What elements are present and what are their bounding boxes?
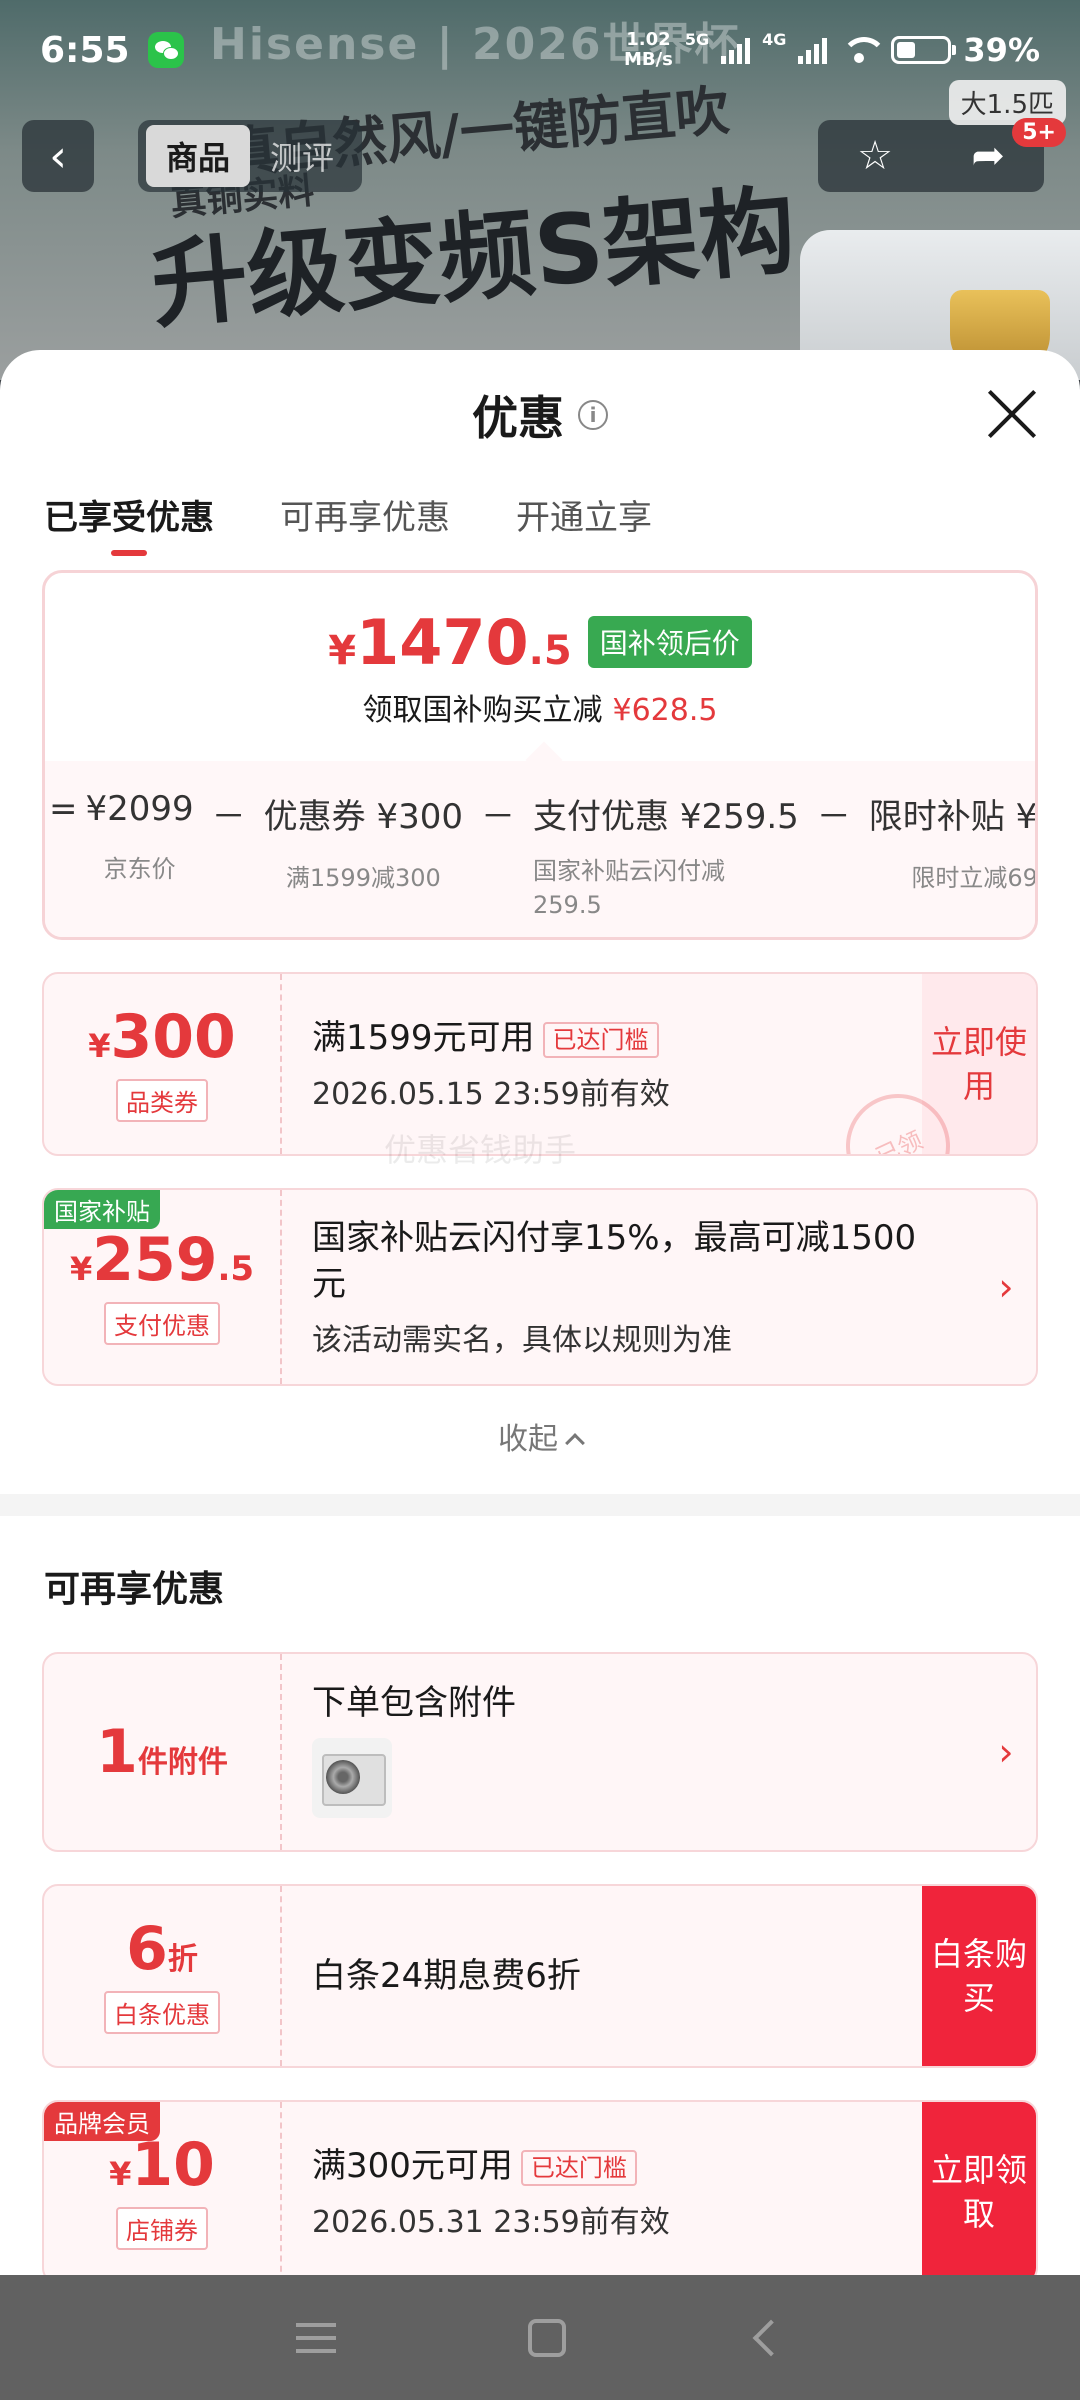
notification-badge: 5+ (1012, 118, 1066, 147)
coupon-amount: ¥10 (109, 2129, 215, 2200)
claim-now-button[interactable]: 立即领取 (922, 2102, 1036, 2275)
coupon-type: 店铺券 (116, 2206, 208, 2250)
formula-equals: = (49, 789, 78, 829)
offer-card-accessory[interactable]: 1件附件 下单包含附件 › (42, 1652, 1038, 1852)
price-summary-card: ¥1470.5 国补领后价 领取国补购买立减 ¥628.5 = ¥2099 京东价… (42, 570, 1038, 940)
price-formula: = ¥2099 京东价 － 优惠券 ¥300 满1599减300 － 支付优惠 … (45, 761, 1038, 937)
watermark: 优惠省钱助手 (384, 1131, 577, 1169)
home-icon[interactable] (528, 2318, 566, 2357)
coupon-type: 品类券 (116, 1078, 208, 1122)
signal-5g-label: 5G (684, 30, 710, 49)
offer-title: 下单包含附件 (312, 1683, 516, 1723)
signal-4g-label: 4G (762, 30, 787, 49)
wechat-notification-icon (147, 32, 184, 68)
offer-type: 白条优惠 (104, 1990, 220, 2034)
coupon-amount: ¥300 (88, 1001, 236, 1072)
formula-minus: － (816, 797, 851, 837)
system-navigation-bar (0, 2275, 1080, 2400)
offer-card-baitiao[interactable]: 6折 白条优惠 白条24期息费6折 白条购买 (42, 1884, 1038, 2068)
threshold-badge: 已达门槛 (520, 2149, 637, 2186)
offer-title: 白条24期息费6折 (312, 1956, 581, 1996)
back-icon[interactable] (752, 2319, 790, 2356)
chevron-right-icon[interactable]: › (976, 1654, 1036, 1850)
formula-item-limited-subsidy: 限时补贴 ¥69 限时立减69 (868, 797, 1038, 892)
offer-card-shop-coupon[interactable]: 品牌会员 ¥10 店铺券 满300元可用 已达门槛 2026.05.31 23:5… (42, 2100, 1038, 2275)
signal-icon (798, 36, 828, 64)
tab-more-discounts[interactable]: 可再享优惠 (280, 480, 450, 570)
coupon-note: 该活动需实名，具体以规则为准 (312, 1323, 732, 1358)
coupon-amount: ¥259.5 (69, 1224, 255, 1295)
wifi-icon (839, 35, 888, 65)
coupon-validity: 2026.05.15 23:59前有效 (312, 1077, 670, 1112)
net-speed: 1.02 MB/s (623, 29, 673, 70)
coupon-condition: 满300元可用 已达门槛 (312, 2143, 892, 2189)
total-reduction: 领取国补购买立减 ¥628.5 (362, 692, 718, 728)
coupon-card-national-subsidy[interactable]: 国家补贴 ¥259.5 支付优惠 国家补贴云闪付享15%，最高可减1500元 该… (42, 1188, 1038, 1386)
coupon-validity: 2026.05.31 23:59前有效 (312, 2205, 670, 2240)
more-discounts-title: 可再享优惠 (44, 1569, 225, 1610)
threshold-badge: 已达门槛 (542, 1021, 659, 1058)
formula-item-payment: 支付优惠 ¥259.5 国家补贴云闪付减259.5 (533, 797, 799, 919)
formula-item-coupon: 优惠券 ¥300 满1599减300 (263, 797, 464, 892)
collapse-button[interactable]: 收起 (0, 1386, 1080, 1494)
chevron-up-icon (565, 1432, 585, 1453)
star-icon[interactable]: ☆ (857, 133, 893, 179)
subsidy-price-tag: 国补领后价 (587, 616, 752, 668)
baitiao-buy-button[interactable]: 白条购买 (922, 1886, 1036, 2066)
status-bar: 6:55 Hisense | 2026世界杯 1.02 MB/s 5G 4G 3… (0, 0, 1080, 100)
tab-activate-discounts[interactable]: 开通立享 (516, 480, 652, 570)
product-tabs: 商品 测评 (138, 120, 363, 192)
chevron-left-icon: ‹ (49, 130, 67, 182)
coupon-condition: 满1599元可用 已达门槛 (312, 1015, 892, 1061)
battery-percent: 39% (963, 31, 1040, 69)
discount-tabs: 已享受优惠 可再享优惠 开通立享 (0, 480, 1080, 570)
coupon-type: 支付优惠 (104, 1301, 220, 1345)
info-icon[interactable]: i (578, 400, 608, 430)
section-divider (0, 1494, 1080, 1516)
back-button[interactable]: ‹ (22, 120, 94, 192)
tab-review[interactable]: 测评 (250, 125, 354, 187)
formula-minus: － (481, 797, 516, 837)
product-page-background: 仿真自然风/一键防直吹 真铜实料 升级变频S架构 6:55 Hisense | … (0, 0, 1080, 380)
coupon-title: 国家补贴云闪付享15%，最高可减1500元 (312, 1218, 917, 1304)
signal-icon (721, 36, 751, 64)
accessory-thumbnail[interactable] (312, 1738, 392, 1818)
final-price: ¥1470.5 (328, 605, 572, 679)
sheet-title: 优惠 (472, 391, 564, 445)
offer-amount: 6折 (126, 1913, 198, 1984)
battery-icon (891, 36, 957, 64)
chevron-right-icon[interactable]: › (976, 1190, 1036, 1384)
formula-minus: － (211, 797, 246, 837)
sheet-header: 优惠 i (0, 350, 1080, 480)
offer-amount: 1件附件 (96, 1717, 228, 1787)
menu-icon[interactable] (296, 2322, 336, 2353)
tab-product[interactable]: 商品 (146, 125, 251, 187)
share-icon[interactable]: ➦ (971, 133, 1005, 179)
header-actions: ☆ ➦ (818, 120, 1044, 192)
tab-enjoyed-discounts[interactable]: 已享受优惠 (44, 480, 214, 570)
formula-item-jd-price: ¥2099 京东价 (85, 789, 194, 883)
discount-sheet: 优惠 i 已享受优惠 可再享优惠 开通立享 ¥1470.5 国补领后价 领取国补… (0, 350, 1080, 2275)
status-time: 6:55 (40, 29, 130, 71)
close-button[interactable] (984, 386, 1040, 442)
